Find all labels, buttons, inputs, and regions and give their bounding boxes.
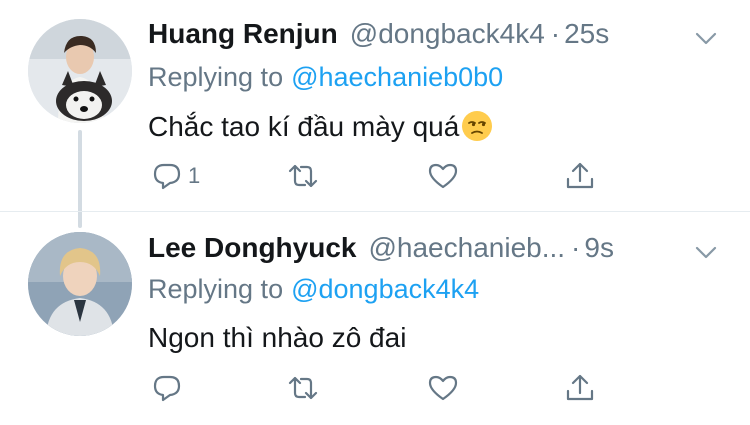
timestamp[interactable]: 25s	[564, 18, 609, 49]
retweet-button[interactable]	[286, 368, 320, 408]
share-button[interactable]	[563, 156, 597, 196]
reply-icon	[153, 163, 181, 190]
reply-button[interactable]	[150, 368, 184, 408]
heart-icon	[428, 163, 458, 189]
chevron-down-icon[interactable]	[692, 238, 720, 266]
share-button[interactable]	[563, 368, 597, 408]
separator-dot: ·	[571, 232, 581, 263]
unamused-face-icon	[462, 111, 493, 141]
reply-button[interactable]: 1	[150, 156, 200, 196]
tweet-actions: 1	[148, 156, 630, 196]
retweet-icon	[288, 376, 318, 400]
heart-icon	[428, 375, 458, 401]
like-button[interactable]	[426, 156, 460, 196]
reply-count: 1	[188, 163, 201, 188]
tweet-text: Ngon thì nhào zô đai	[148, 322, 406, 354]
tweet[interactable]: Lee Donghyuck @haechanieb... · 9s Replying …	[0, 212, 750, 425]
like-button[interactable]	[426, 368, 460, 408]
avatar[interactable]	[28, 232, 132, 336]
replying-prefix: Replying to	[148, 274, 284, 304]
separator-dot: ·	[550, 18, 561, 49]
share-icon	[566, 162, 594, 189]
tweet-body: Chắc tao kí đầu mày quá	[148, 111, 460, 142]
tweet-actions	[148, 368, 630, 408]
tweet-body: Ngon thì nhào zô đai	[148, 322, 407, 353]
replying-to-handle[interactable]: @haechanieb0b0	[291, 62, 503, 92]
tweet-header: Huang Renjun @dongback4k4 · 25s	[148, 18, 720, 62]
replying-to: Replying to @haechanieb0b0	[148, 62, 503, 93]
timestamp[interactable]: 9s	[584, 232, 614, 263]
display-name[interactable]: Huang Renjun	[148, 18, 338, 49]
reply-icon	[153, 375, 181, 402]
tweet[interactable]: Huang Renjun @dongback4k4 · 25s Replying to…	[0, 0, 750, 228]
tweet-header: Lee Donghyuck @haechanieb... · 9s	[148, 232, 720, 276]
tweet-text: Chắc tao kí đầu mày quá	[148, 110, 493, 143]
user-handle[interactable]: @dongback4k4	[350, 18, 545, 49]
share-icon	[566, 374, 594, 401]
retweet-button[interactable]	[286, 156, 320, 196]
avatar[interactable]	[28, 19, 132, 123]
retweet-icon	[288, 164, 318, 188]
display-name[interactable]: Lee Donghyuck	[148, 232, 356, 263]
replying-to-handle[interactable]: @dongback4k4	[291, 274, 479, 304]
replying-to: Replying to @dongback4k4	[148, 274, 479, 305]
replying-prefix: Replying to	[148, 62, 284, 92]
chevron-down-icon[interactable]	[692, 24, 720, 52]
user-handle[interactable]: @haechanieb...	[368, 232, 565, 263]
